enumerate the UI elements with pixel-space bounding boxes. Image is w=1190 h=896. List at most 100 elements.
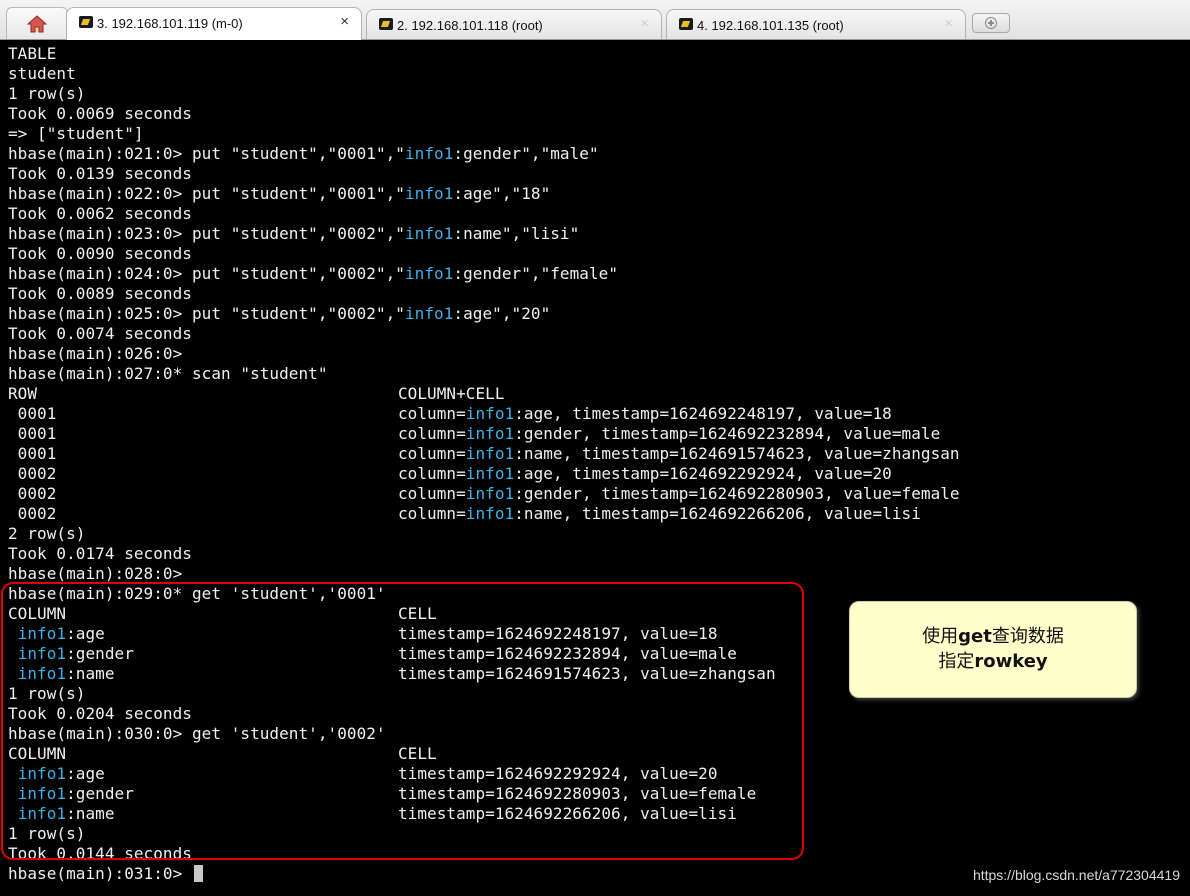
row-key-column: 0002 — [8, 464, 57, 483]
column-family-keyword: info1 — [465, 404, 515, 423]
terminal-window[interactable]: TABLE student 1 row(s) Took 0.0069 seconds =… — [0, 40, 1190, 896]
terminal-text: column= — [398, 444, 466, 463]
row-key-column: 0001 — [8, 404, 57, 423]
terminal-line: TABLE — [8, 44, 960, 64]
new-tab-icon — [985, 17, 997, 29]
terminal-line: hbase(main):023:0> put "student","0002",… — [8, 224, 960, 244]
terminal-line: 0002 column=info1:name, timestamp=1624692… — [8, 504, 960, 524]
terminal-text: :age, timestamp=1624692292924, value=20 — [514, 464, 892, 483]
terminal-text: :age, timestamp=1624692248197, value=18 — [514, 404, 892, 423]
close-icon[interactable]: × — [340, 13, 349, 30]
terminal-text: :name, timestamp=1624692266206, value=li… — [514, 504, 921, 523]
terminal-text: hbase(main):023:0> put "student","0002",… — [8, 224, 405, 243]
putty-terminal-icon — [679, 18, 693, 30]
putty-terminal-icon — [79, 16, 93, 28]
close-icon[interactable]: × — [640, 15, 649, 32]
terminal-line: hbase(main):024:0> put "student","0002",… — [8, 264, 960, 284]
terminal-line: Took 0.0090 seconds — [8, 244, 960, 264]
terminal-text: => ["student"] — [8, 124, 144, 143]
cell-column: column=info1:name, timestamp=16246922662… — [398, 504, 921, 524]
terminal-text: COLUMN+CELL — [398, 384, 505, 403]
terminal-text: hbase(main):024:0> put "student","0002",… — [8, 264, 405, 283]
terminal-text: :age","20" — [453, 304, 551, 323]
terminal-line: 2 row(s) — [8, 524, 960, 544]
terminal-line: hbase(main):027:0* scan "student" — [8, 364, 960, 384]
terminal-line: Took 0.0074 seconds — [8, 324, 960, 344]
tab-label: 2. 192.168.101.118 (root) — [397, 18, 543, 33]
column-family-keyword: info1 — [465, 484, 515, 503]
terminal-text: :age","18" — [453, 184, 551, 203]
terminal-text: 2 row(s) — [8, 524, 86, 543]
home-tab[interactable] — [6, 7, 68, 39]
terminal-text: hbase(main):025:0> put "student","0002",… — [8, 304, 405, 323]
cell-column: column=info1:gender, timestamp=162469223… — [398, 424, 940, 444]
terminal-line: hbase(main):025:0> put "student","0002",… — [8, 304, 960, 324]
column-family-keyword: info1 — [405, 144, 454, 163]
terminal-line: ROW COLUMN+CELL — [8, 384, 960, 404]
terminal-line: Took 0.0062 seconds — [8, 204, 960, 224]
cell-column: column=info1:age, timestamp=162469229292… — [398, 464, 892, 484]
column-family-keyword: info1 — [465, 424, 515, 443]
terminal-line: hbase(main):021:0> put "student","0001",… — [8, 144, 960, 164]
tab-session-2[interactable]: 2. 192.168.101.118 (root) × — [366, 9, 662, 39]
terminal-text: column= — [398, 404, 466, 423]
terminal-text: Took 0.0089 seconds — [8, 284, 192, 303]
terminal-line: 0001 column=info1:name, timestamp=1624691… — [8, 444, 960, 464]
terminal-line: Took 0.0069 seconds — [8, 104, 960, 124]
callout-line-1: 使用get查询数据 — [922, 626, 1064, 647]
terminal-line: Took 0.0139 seconds — [8, 164, 960, 184]
terminal-line: hbase(main):028:0> — [8, 564, 960, 584]
new-tab-button[interactable] — [972, 13, 1010, 33]
terminal-text: Took 0.0062 seconds — [8, 204, 192, 223]
terminal-text: hbase(main):027:0* scan "student" — [8, 364, 328, 383]
terminal-text: hbase(main):028:0> — [8, 564, 183, 583]
row-key-column: ROW — [8, 384, 38, 403]
terminal-line: Took 0.0174 seconds — [8, 544, 960, 564]
terminal-text: :name, timestamp=1624691574623, value=zh… — [514, 444, 960, 463]
terminal-text: column= — [398, 424, 466, 443]
tab-session-4[interactable]: 4. 192.168.101.135 (root) × — [666, 9, 966, 39]
terminal-text: Took 0.0174 seconds — [8, 544, 192, 563]
watermark: https://blog.csdn.net/a772304419 — [972, 867, 1180, 883]
terminal-text: Took 0.0069 seconds — [8, 104, 192, 123]
column-family-keyword: info1 — [405, 224, 454, 243]
putty-terminal-icon — [379, 18, 393, 30]
column-family-keyword: info1 — [405, 304, 454, 323]
terminal-text: Took 0.0074 seconds — [8, 324, 192, 343]
terminal-text: :gender","male" — [453, 144, 599, 163]
terminal-text: TABLE — [8, 44, 57, 63]
tab-bar: 3. 192.168.101.119 (m-0) × 2. 192.168.10… — [0, 0, 1190, 40]
tab-session-3[interactable]: 3. 192.168.101.119 (m-0) × — [66, 7, 362, 40]
terminal-text: :gender, timestamp=1624692280903, value=… — [514, 484, 960, 503]
cell-column: column=info1:name, timestamp=16246915746… — [398, 444, 960, 464]
cell-column: column=info1:age, timestamp=162469224819… — [398, 404, 892, 424]
terminal-line: => ["student"] — [8, 124, 960, 144]
terminal-text: column= — [398, 464, 466, 483]
terminal-line: hbase(main):031:0> — [8, 864, 960, 884]
home-icon — [27, 14, 47, 32]
terminal-line: hbase(main):026:0> — [8, 344, 960, 364]
close-icon[interactable]: × — [944, 15, 953, 32]
column-family-keyword: info1 — [405, 264, 454, 283]
callout-line-2: 指定rowkey — [938, 651, 1048, 672]
terminal-text: hbase(main):026:0> — [8, 344, 183, 363]
terminal-text: :gender, timestamp=1624692232894, value=… — [514, 424, 941, 443]
row-key-column: 0002 — [8, 504, 57, 523]
terminal-text: hbase(main):022:0> put "student","0001",… — [8, 184, 405, 203]
terminal-text: hbase(main):031:0> — [8, 864, 192, 883]
terminal-text: column= — [398, 504, 466, 523]
row-key-column: 0002 — [8, 484, 57, 503]
terminal-line: 1 row(s) — [8, 84, 960, 104]
row-key-column: 0001 — [8, 444, 57, 463]
terminal-text: Took 0.0090 seconds — [8, 244, 192, 263]
column-family-keyword: info1 — [465, 504, 515, 523]
column-family-keyword: info1 — [465, 464, 515, 483]
column-family-keyword: info1 — [465, 444, 515, 463]
column-family-keyword: info1 — [405, 184, 454, 203]
terminal-text: column= — [398, 484, 466, 503]
terminal-line: Took 0.0089 seconds — [8, 284, 960, 304]
terminal-line: 0002 column=info1:age, timestamp=16246922… — [8, 464, 960, 484]
row-key-column: 0001 — [8, 424, 57, 443]
terminal-cursor — [193, 865, 203, 882]
terminal-line: hbase(main):022:0> put "student","0001",… — [8, 184, 960, 204]
